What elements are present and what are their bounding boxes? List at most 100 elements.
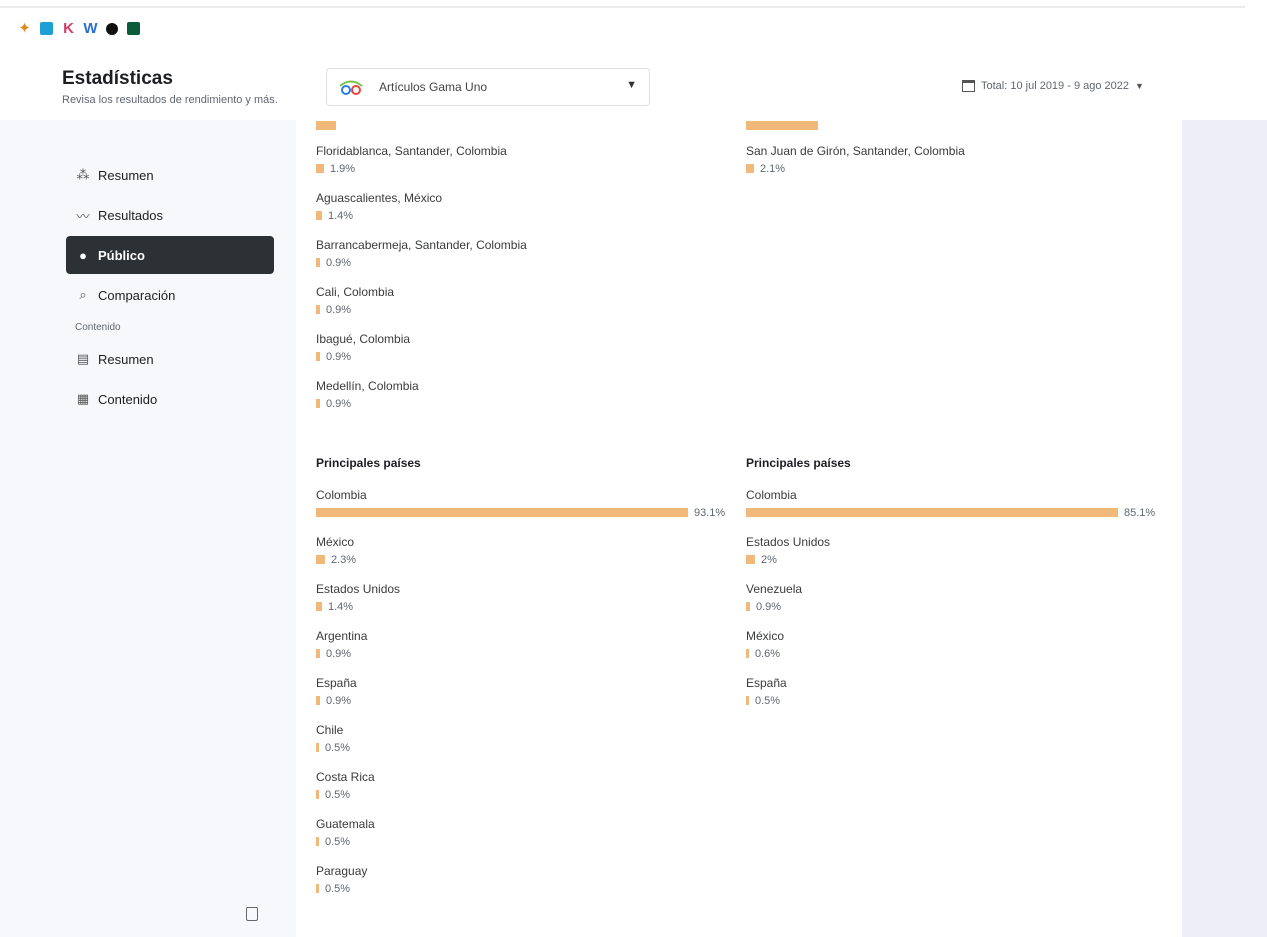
item-name: Barrancabermeja, Santander, Colombia bbox=[316, 238, 527, 252]
sidebar-item-label: Público bbox=[98, 247, 145, 263]
bar-row: 1.9% bbox=[316, 162, 507, 175]
list-item: México 0.6% bbox=[746, 629, 784, 660]
sidebar-item-content-summary[interactable]: ▤ Resumen bbox=[66, 340, 274, 378]
percentage-bar bbox=[316, 649, 320, 658]
percentage-label: 0.5% bbox=[325, 741, 351, 754]
bar-row: 2% bbox=[746, 553, 830, 566]
percentage-label: 2.1% bbox=[760, 162, 786, 175]
w-logo-icon[interactable]: W bbox=[83, 21, 97, 36]
percentage-label: 0.9% bbox=[326, 256, 352, 269]
list-item bbox=[746, 116, 818, 132]
sidebar-item-contenido[interactable]: ▦ Contenido bbox=[66, 380, 274, 418]
sidebar-item-label: Resumen bbox=[98, 351, 154, 367]
date-range-picker[interactable]: Total: 10 jul 2019 - 9 ago 2022 ▼ bbox=[962, 80, 1144, 92]
sidebar-section-label: Contenido bbox=[75, 322, 121, 333]
pinwheel-icon[interactable]: ✦ bbox=[18, 21, 31, 36]
sidebar-item-label: Comparación bbox=[98, 287, 176, 303]
percentage-label: 2.3% bbox=[331, 553, 357, 566]
percentage-label: 0.9% bbox=[326, 303, 352, 316]
item-name: España bbox=[746, 676, 787, 690]
percentage-bar bbox=[316, 258, 320, 267]
item-name: Medellín, Colombia bbox=[316, 379, 419, 393]
page-title: Estadísticas bbox=[62, 68, 173, 89]
bar-row: 0.5% bbox=[316, 835, 375, 848]
item-name: Colombia bbox=[746, 488, 797, 502]
bar-row: 2.3% bbox=[316, 553, 356, 566]
item-name: Estados Unidos bbox=[746, 535, 831, 549]
list-item: España 0.5% bbox=[746, 676, 787, 707]
green-app-icon[interactable] bbox=[127, 22, 140, 35]
list-item: Argentina 0.9% bbox=[316, 629, 367, 660]
square-app-icon[interactable] bbox=[40, 22, 53, 35]
top-app-bar: ✦ K W bbox=[0, 0, 1267, 44]
circle-app-icon[interactable] bbox=[106, 22, 118, 35]
page-header: Estadísticas Revisa los resultados de re… bbox=[0, 44, 1267, 120]
network-icon: ⁂ bbox=[76, 167, 90, 182]
list-item: Guatemala 0.5% bbox=[316, 817, 375, 848]
bar-row: 0.9% bbox=[316, 303, 394, 316]
list-item: Ibagué, Colombia 0.9% bbox=[316, 332, 410, 363]
bar-row: 93.1% bbox=[316, 506, 725, 519]
top-divider bbox=[0, 6, 1245, 8]
chevron-down-icon: ▼ bbox=[626, 79, 637, 91]
list-item: Estados Unidos 2% bbox=[746, 535, 830, 566]
percentage-bar bbox=[316, 790, 319, 799]
percentage-label: 0.9% bbox=[326, 397, 352, 410]
content-summary-icon: ▤ bbox=[76, 351, 90, 366]
item-name: Colombia bbox=[316, 488, 367, 502]
item-name: Paraguay bbox=[316, 864, 368, 878]
collapse-sidebar-icon[interactable] bbox=[246, 907, 258, 921]
percentage-label: 0.9% bbox=[326, 694, 352, 707]
percentage-bar bbox=[746, 696, 749, 705]
list-item: Cali, Colombia 0.9% bbox=[316, 285, 394, 316]
sidebar-item-comparacion[interactable]: ⌕ Comparación bbox=[66, 276, 274, 314]
bar-row: 2.1% bbox=[746, 162, 965, 175]
sidebar-item-label: Resultados bbox=[98, 207, 164, 223]
audience-main: Floridablanca, Santander, Colombia 1.9% Ag… bbox=[296, 120, 1182, 937]
percentage-bar bbox=[316, 399, 320, 408]
bar-row: 85.1% bbox=[746, 506, 1155, 519]
bar-row: 0.5% bbox=[746, 694, 787, 707]
percentage-label: 0.6% bbox=[755, 647, 781, 660]
percentage-label: 0.5% bbox=[755, 694, 781, 707]
sidebar-item-label: Resumen bbox=[98, 167, 154, 183]
list-item: Medellín, Colombia 0.9% bbox=[316, 379, 419, 410]
account-selector[interactable]: Artículos Gama Uno ▼ bbox=[326, 68, 650, 106]
item-name: España bbox=[316, 676, 357, 690]
item-name: Chile bbox=[316, 723, 344, 737]
list-item: Colombia 85.1% bbox=[746, 488, 1155, 519]
calendar-icon bbox=[962, 80, 975, 92]
percentage-label: 0.5% bbox=[325, 835, 351, 848]
percentage-bar bbox=[316, 837, 319, 846]
sidebar-item-resultados[interactable]: 〰 Resultados bbox=[66, 196, 274, 234]
percentage-bar bbox=[316, 602, 322, 611]
bar-row: 0.9% bbox=[746, 600, 802, 613]
sidebar: ⁂ Resumen 〰 Resultados ● Público ⌕ Compa… bbox=[0, 120, 296, 937]
bar-row: 0.9% bbox=[316, 256, 527, 269]
percentage-bar bbox=[316, 884, 319, 893]
item-name: Aguascalientes, México bbox=[316, 191, 443, 205]
item-name: San Juan de Girón, Santander, Colombia bbox=[746, 144, 965, 158]
list-item: Colombia 93.1% bbox=[316, 488, 725, 519]
k-logo-icon[interactable]: K bbox=[62, 21, 75, 36]
percentage-bar bbox=[746, 164, 754, 173]
bar-row: 0.9% bbox=[316, 350, 410, 363]
page-subtitle: Revisa los resultados de rendimiento y m… bbox=[62, 94, 278, 106]
chevron-down-icon: ▼ bbox=[1135, 81, 1144, 91]
percentage-label: 93.1% bbox=[694, 506, 726, 519]
percentage-bar bbox=[746, 649, 749, 658]
bar-row: 0.6% bbox=[746, 647, 784, 660]
account-logo-icon bbox=[339, 80, 363, 95]
bar-row: 0.9% bbox=[316, 397, 419, 410]
sidebar-item-resumen[interactable]: ⁂ Resumen bbox=[66, 156, 274, 194]
list-item: Chile 0.5% bbox=[316, 723, 350, 754]
app-launcher: ✦ K W bbox=[18, 21, 140, 36]
sidebar-item-publico[interactable]: ● Público bbox=[66, 236, 274, 274]
list-item: San Juan de Girón, Santander, Colombia 2.… bbox=[746, 144, 965, 175]
list-item: Estados Unidos 1.4% bbox=[316, 582, 400, 613]
bar-row: 0.5% bbox=[316, 788, 375, 801]
percentage-bar bbox=[316, 696, 320, 705]
account-name: Artículos Gama Uno bbox=[379, 80, 488, 94]
list-item bbox=[316, 116, 336, 132]
percentage-bar bbox=[746, 508, 1118, 517]
